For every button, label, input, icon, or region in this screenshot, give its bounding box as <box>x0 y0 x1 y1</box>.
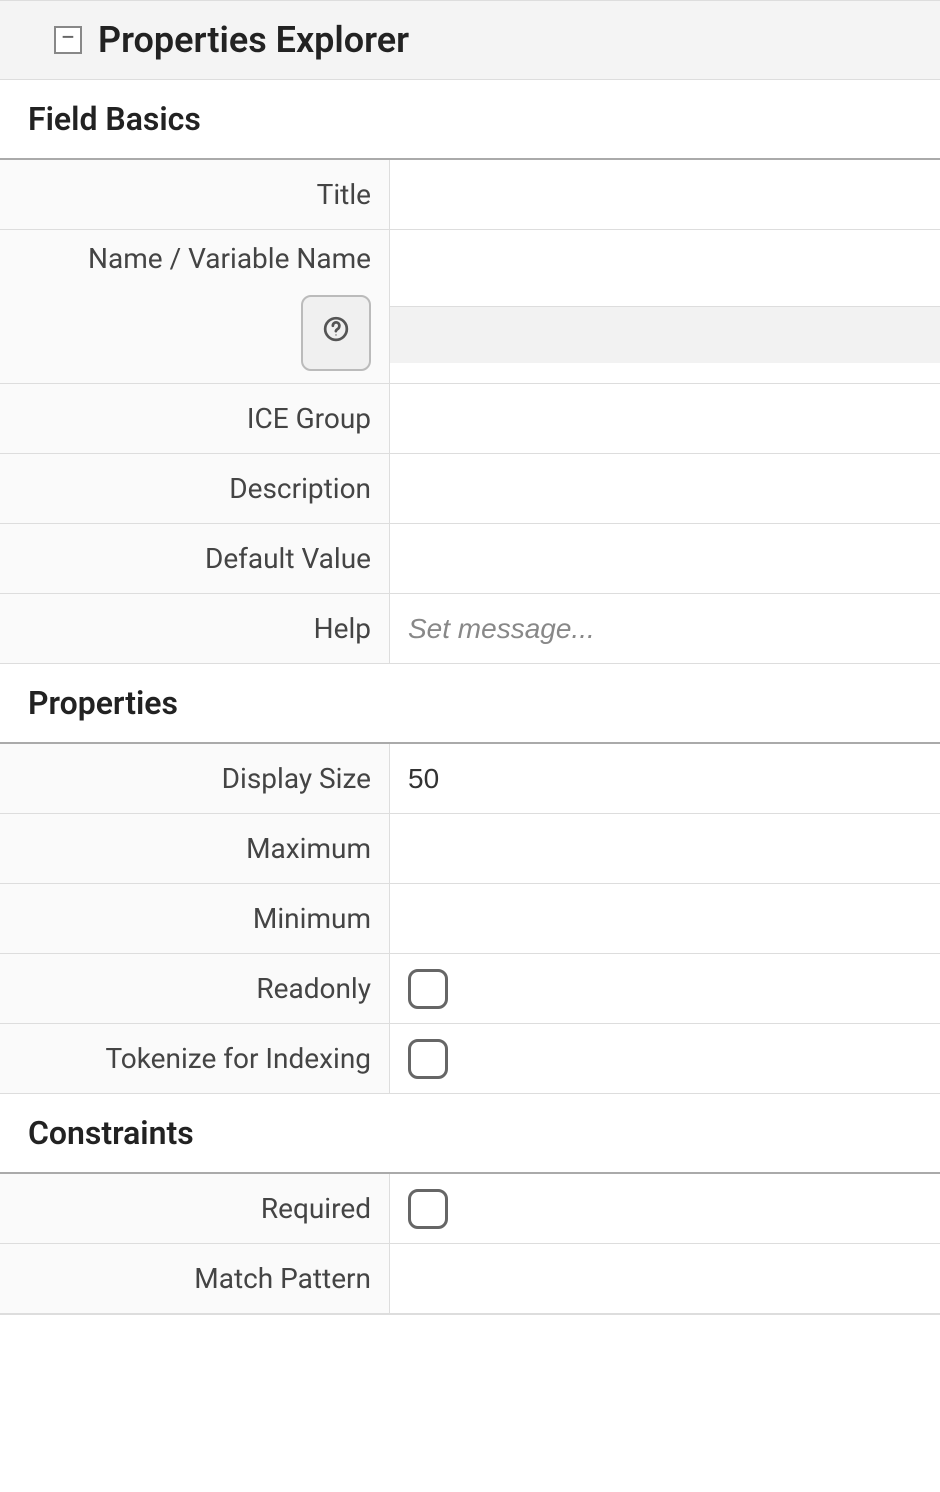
input-display-size[interactable] <box>390 744 940 813</box>
collapse-toggle-icon[interactable]: − <box>54 26 82 54</box>
input-help[interactable] <box>390 594 940 663</box>
label-minimum: Minimum <box>0 884 390 953</box>
label-name-variable: Name / Variable Name <box>0 230 390 383</box>
input-variable-name[interactable] <box>390 307 940 363</box>
row-required: Required <box>0 1174 940 1244</box>
panel-title: Properties Explorer <box>98 19 409 61</box>
input-default-value[interactable] <box>390 524 940 593</box>
label-match-pattern: Match Pattern <box>0 1244 390 1313</box>
input-description[interactable] <box>390 454 940 523</box>
row-default-value: Default Value <box>0 524 940 594</box>
row-match-pattern: Match Pattern <box>0 1244 940 1314</box>
row-ice-group: ICE Group <box>0 384 940 454</box>
label-readonly: Readonly <box>0 954 390 1023</box>
input-title[interactable] <box>390 160 940 229</box>
row-help: Help <box>0 594 940 664</box>
label-display-size: Display Size <box>0 744 390 813</box>
label-help: Help <box>0 594 390 663</box>
label-description: Description <box>0 454 390 523</box>
checkbox-tokenize[interactable] <box>408 1039 448 1079</box>
label-maximum: Maximum <box>0 814 390 883</box>
checkbox-required[interactable] <box>408 1189 448 1229</box>
input-maximum[interactable] <box>390 814 940 883</box>
row-display-size: Display Size <box>0 744 940 814</box>
label-title: Title <box>0 160 390 229</box>
label-tokenize: Tokenize for Indexing <box>0 1024 390 1093</box>
input-match-pattern[interactable] <box>390 1244 940 1313</box>
label-name-text: Name / Variable Name <box>88 242 371 275</box>
row-minimum: Minimum <box>0 884 940 954</box>
row-name-variable: Name / Variable Name <box>0 230 940 384</box>
name-help-button[interactable] <box>301 295 371 371</box>
label-required: Required <box>0 1174 390 1243</box>
row-description: Description <box>0 454 940 524</box>
checkbox-readonly[interactable] <box>408 969 448 1009</box>
row-readonly: Readonly <box>0 954 940 1024</box>
input-minimum[interactable] <box>390 884 940 953</box>
input-name[interactable] <box>390 250 940 306</box>
label-default-value: Default Value <box>0 524 390 593</box>
row-maximum: Maximum <box>0 814 940 884</box>
label-ice-group: ICE Group <box>0 384 390 453</box>
input-ice-group[interactable] <box>390 384 940 453</box>
panel-header: − Properties Explorer <box>0 1 940 80</box>
question-icon <box>323 316 349 350</box>
row-tokenize: Tokenize for Indexing <box>0 1024 940 1094</box>
section-header-constraints: Constraints <box>0 1094 940 1174</box>
section-header-field-basics: Field Basics <box>0 80 940 160</box>
properties-explorer-panel: − Properties Explorer Field Basics Title… <box>0 0 940 1315</box>
section-header-properties: Properties <box>0 664 940 744</box>
row-title: Title <box>0 160 940 230</box>
